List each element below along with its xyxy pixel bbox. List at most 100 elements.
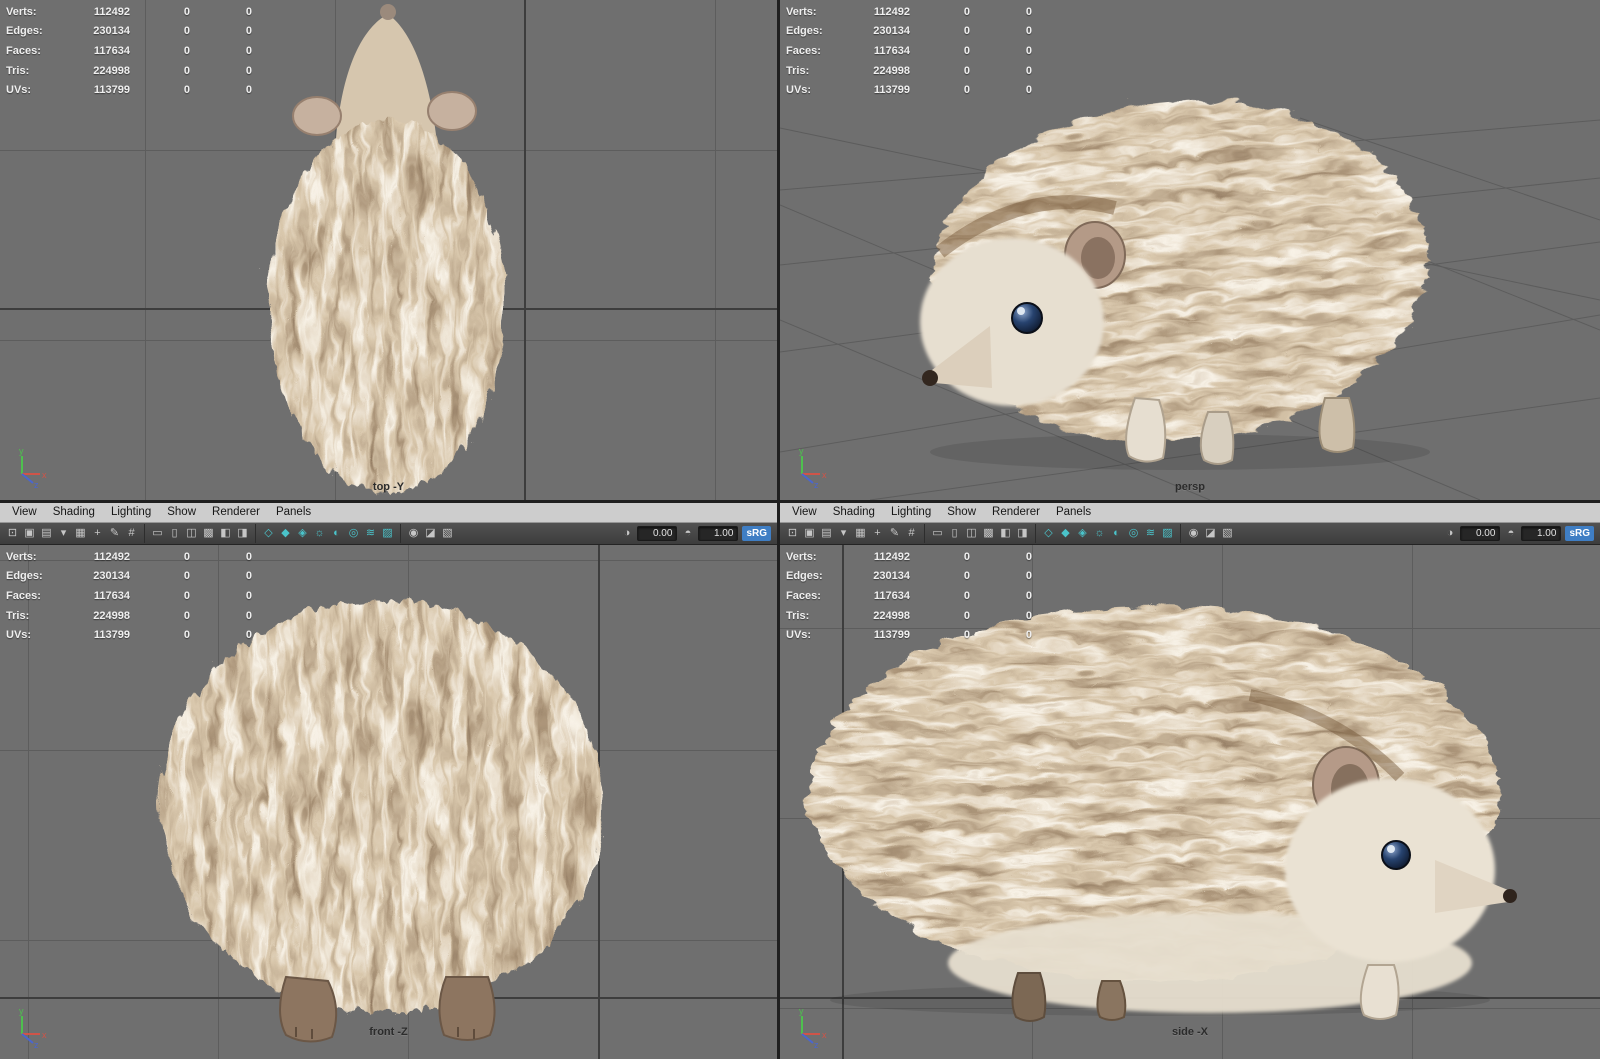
hedgehog-side-view [805,602,1517,1022]
maya-four-view-layout: Verts: 112492 0 0 Edges: 230134 0 0 Faces: 117634… [0,0,1600,1059]
camera-attributes-icon[interactable]: ▤ [818,524,835,543]
menu-renderer[interactable]: Renderer [984,503,1048,522]
exposure-icon[interactable]: ◑ [618,524,635,543]
hedgehog-eye-highlight [1387,845,1395,853]
isolate-select-icon[interactable]: ◪ [422,524,439,543]
viewport-front[interactable]: Verts: 112492 0 0 Edges: 230134 0 0 Faces: 117634… [0,545,777,1059]
film-gate-icon[interactable]: ▭ [924,524,946,543]
motion-blur-icon[interactable]: ≋ [362,524,379,543]
hedgehog-rear-leg [1318,397,1356,453]
hedgehog-body [157,597,599,1009]
shaded-icon[interactable]: ◆ [277,524,294,543]
menu-show[interactable]: Show [939,503,984,522]
grid-icon[interactable]: # [123,524,140,543]
resolution-gate-icon[interactable]: ▯ [166,524,183,543]
viewport-top[interactable]: Verts: 112492 0 0 Edges: 230134 0 0 Faces: 117634… [0,0,777,500]
textured-icon[interactable]: ◈ [294,524,311,543]
menu-view[interactable]: View [4,503,45,522]
shadows-icon[interactable]: ◐ [1108,524,1125,543]
isolate-select-icon[interactable]: ◪ [1202,524,1219,543]
x-ray-icon[interactable]: ▧ [439,524,456,543]
use-all-lights-icon[interactable]: ☼ [1091,524,1108,543]
resolution-gate-icon[interactable]: ▯ [946,524,963,543]
shadows-icon[interactable]: ◐ [328,524,345,543]
srgb-button[interactable]: sRG [742,526,771,541]
gamma-field[interactable]: 1.00 [698,526,739,541]
hedgehog-eye [1011,302,1043,334]
hedgehog-model-side[interactable] [780,545,1600,1059]
menu-panels[interactable]: Panels [1048,503,1099,522]
hedgehog-model-front[interactable] [0,545,777,1059]
image-plane-icon[interactable]: ▦ [852,524,869,543]
menu-shading[interactable]: Shading [825,503,883,522]
multisample-icon[interactable]: ▨ [1159,524,1176,543]
grease-pencil-icon[interactable]: ✎ [106,524,123,543]
hedgehog-nose [380,4,396,20]
ambient-occlusion-icon[interactable]: ◎ [1125,524,1142,543]
depth-of-field-icon[interactable]: ◉ [400,524,422,543]
menu-show[interactable]: Show [159,503,204,522]
hedgehog-front-leg-2 [1199,411,1235,465]
srgb-button[interactable]: sRG [1565,526,1594,541]
lock-camera-icon[interactable]: ▣ [21,524,38,543]
textured-icon[interactable]: ◈ [1074,524,1091,543]
menu-shading[interactable]: Shading [45,503,103,522]
menu-panels[interactable]: Panels [268,503,319,522]
hedgehog-front-leg [1359,964,1400,1020]
panel-toolbar: ⊡ ▣ ▤ ▾ ▦ + ✎ # ▭ ▯ ◫ ▩ ◧ ◨ ◇ ◆ ◈ ☼ ◐ ◎ ≋ ▨ ◉ ◪ ▧ ◑ 0.00 ◓ 1.00 … [0,523,777,545]
grid-icon[interactable]: # [903,524,920,543]
menu-view[interactable]: View [784,503,825,522]
bookmarks-icon[interactable]: ▾ [835,524,852,543]
two-d-pan-zoom-icon[interactable]: + [869,524,886,543]
x-ray-icon[interactable]: ▧ [1219,524,1236,543]
field-chart-icon[interactable]: ▩ [980,524,997,543]
hedgehog-foot-left [279,975,338,1043]
exposure-field[interactable]: 0.00 [1460,526,1501,541]
camera-select-icon[interactable]: ⊡ [4,524,21,543]
wireframe-icon[interactable]: ◇ [1035,524,1057,543]
two-d-pan-zoom-icon[interactable]: + [89,524,106,543]
exposure-icon[interactable]: ◑ [1441,524,1458,543]
grease-pencil-icon[interactable]: ✎ [886,524,903,543]
safe-title-icon[interactable]: ◨ [234,524,251,543]
panel-top-view: Verts: 112492 0 0 Edges: 230134 0 0 Faces: 117634… [0,0,777,500]
menu-lighting[interactable]: Lighting [103,503,159,522]
camera-select-icon[interactable]: ⊡ [784,524,801,543]
hedgehog-face [1285,778,1495,962]
shaded-icon[interactable]: ◆ [1057,524,1074,543]
panel-side-view: View Shading Lighting Show Renderer Panels ⊡ ▣… [780,503,1600,1059]
field-chart-icon[interactable]: ▩ [200,524,217,543]
hedgehog-front-leg [1125,396,1167,463]
motion-blur-icon[interactable]: ≋ [1142,524,1159,543]
film-gate-icon[interactable]: ▭ [144,524,166,543]
hedgehog-front-view [157,597,599,1043]
camera-attributes-icon[interactable]: ▤ [38,524,55,543]
gate-mask-icon[interactable]: ◫ [963,524,980,543]
toolbar-icons: ⊡ ▣ ▤ ▾ ▦ + ✎ # ▭ ▯ ◫ ▩ ◧ ◨ ◇ ◆ ◈ ☼ ◐ ◎ ≋ ▨ ◉ ◪ ▧ [784,524,1236,543]
menu-renderer[interactable]: Renderer [204,503,268,522]
hedgehog-nose [922,370,938,386]
safe-action-icon[interactable]: ◧ [217,524,234,543]
viewport-side[interactable]: Verts: 112492 0 0 Edges: 230134 0 0 Faces: 117634… [780,545,1600,1059]
menu-lighting[interactable]: Lighting [883,503,939,522]
hedgehog-model-top[interactable] [0,0,777,500]
bookmarks-icon[interactable]: ▾ [55,524,72,543]
lock-camera-icon[interactable]: ▣ [801,524,818,543]
gamma-icon[interactable]: ◓ [1502,524,1519,543]
panel-toolbar: ⊡ ▣ ▤ ▾ ▦ + ✎ # ▭ ▯ ◫ ▩ ◧ ◨ ◇ ◆ ◈ ☼ ◐ ◎ ≋ ▨ ◉ ◪ ▧ ◑ 0.00 ◓ 1.00 … [780,523,1600,545]
exposure-field[interactable]: 0.00 [637,526,678,541]
gamma-field[interactable]: 1.00 [1521,526,1562,541]
gate-mask-icon[interactable]: ◫ [183,524,200,543]
depth-of-field-icon[interactable]: ◉ [1180,524,1202,543]
wireframe-icon[interactable]: ◇ [255,524,277,543]
gamma-icon[interactable]: ◓ [679,524,696,543]
image-plane-icon[interactable]: ▦ [72,524,89,543]
viewport-persp[interactable]: Verts: 112492 0 0 Edges: 230134 0 0 Faces: 117634… [780,0,1600,500]
safe-title-icon[interactable]: ◨ [1014,524,1031,543]
use-all-lights-icon[interactable]: ☼ [311,524,328,543]
hedgehog-model-persp[interactable] [780,0,1600,500]
hedgehog-foot-right [438,976,496,1041]
ambient-occlusion-icon[interactable]: ◎ [345,524,362,543]
multisample-icon[interactable]: ▨ [379,524,396,543]
safe-action-icon[interactable]: ◧ [997,524,1014,543]
